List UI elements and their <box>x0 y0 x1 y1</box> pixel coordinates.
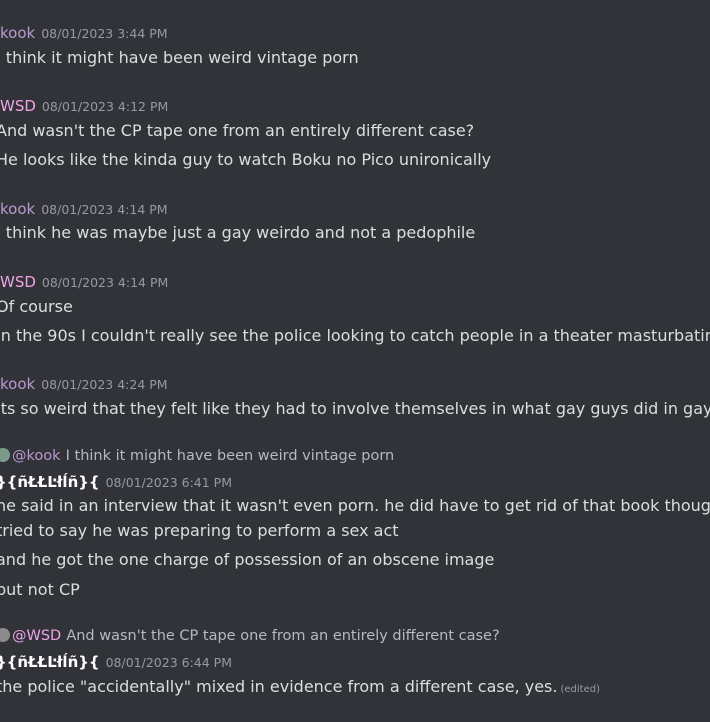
message-text: he said in an interview that it wasn't e… <box>0 496 710 515</box>
message-text: and he got the one charge of possession … <box>0 550 495 569</box>
timestamp: 08/01/2023 4:14 PM <box>41 202 168 217</box>
message-line: and he got the one charge of possession … <box>0 550 710 570</box>
message-header: kook 08/01/2023 3:44 PM <box>0 23 710 44</box>
avatar-icon <box>0 628 10 642</box>
message-text: And wasn't the CP tape one from an entir… <box>0 121 475 140</box>
author-name[interactable]: WSD <box>0 97 36 115</box>
timestamp: 08/01/2023 6:44 PM <box>105 655 232 670</box>
author-name[interactable]: }{ñŁŁĿłĺñ}{ <box>0 653 100 671</box>
message-line: he said in an interview that it wasn't e… <box>0 496 710 516</box>
message-line: the police "accidentally" mixed in evide… <box>0 677 710 700</box>
author-name[interactable]: }{ñŁŁĿłĺñ}{ <box>0 473 100 491</box>
message-line: but not CP <box>0 580 710 600</box>
message-text: In the 90s I couldn't really see the pol… <box>0 326 710 345</box>
avatar-icon <box>0 448 10 462</box>
author-name[interactable]: kook <box>0 24 35 42</box>
message-line: Of course <box>0 297 710 317</box>
message-line: I think it might have been weird vintage… <box>0 48 710 68</box>
message-header: }{ñŁŁĿłĺñ}{ 08/01/2023 6:41 PM <box>0 472 710 493</box>
reply-preview[interactable]: @kook I think it might have been weird v… <box>0 445 710 466</box>
message-header: kook 08/01/2023 4:14 PM <box>0 199 710 220</box>
timestamp: 08/01/2023 6:41 PM <box>105 475 232 490</box>
message-text: tried to say he was preparing to perform… <box>0 521 399 540</box>
message-text: the police "accidentally" mixed in evide… <box>0 677 558 696</box>
message-line: Its so weird that they felt like they ha… <box>0 399 710 419</box>
message-line: tried to say he was preparing to perform… <box>0 521 710 541</box>
message-text: Its so weird that they felt like they ha… <box>0 399 710 418</box>
message-line: I think he was maybe just a gay weirdo a… <box>0 223 710 243</box>
timestamp: 08/01/2023 4:24 PM <box>41 377 168 392</box>
message-text: but not CP <box>0 580 80 599</box>
message-line: And wasn't the CP tape one from an entir… <box>0 121 710 141</box>
message-line: In the 90s I couldn't really see the pol… <box>0 326 710 346</box>
message-text: Of course <box>0 297 73 316</box>
reply-text: And wasn't the CP tape one from an entir… <box>66 628 500 644</box>
message-header: WSD 08/01/2023 4:14 PM <box>0 272 710 293</box>
edited-label: (edited) <box>560 684 600 695</box>
timestamp: 08/01/2023 4:14 PM <box>41 275 169 290</box>
author-name[interactable]: kook <box>0 200 35 218</box>
message-header: WSD 08/01/2023 4:12 PM <box>0 96 710 117</box>
reply-text: I think it might have been weird vintage… <box>65 448 395 464</box>
timestamp: 08/01/2023 4:12 PM <box>41 99 169 114</box>
message-text: I think he was maybe just a gay weirdo a… <box>0 223 476 242</box>
author-name[interactable]: kook <box>0 375 35 393</box>
message-header: kook 08/01/2023 4:24 PM <box>0 374 710 395</box>
timestamp: 08/01/2023 3:44 PM <box>41 26 168 41</box>
chat-message-list: kook 08/01/2023 3:44 PM I think it might … <box>0 0 710 722</box>
reply-mention[interactable]: @kook <box>12 448 61 464</box>
message-text: He looks like the kinda guy to watch Bok… <box>0 150 492 169</box>
message-header: }{ñŁŁĿłĺñ}{ 08/01/2023 6:44 PM <box>0 652 710 673</box>
reply-mention[interactable]: @WSD <box>12 628 61 644</box>
author-name[interactable]: WSD <box>0 273 36 291</box>
message-text: I think it might have been weird vintage… <box>0 48 359 67</box>
message-line: He looks like the kinda guy to watch Bok… <box>0 150 710 170</box>
reply-preview[interactable]: @WSD And wasn't the CP tape one from an … <box>0 625 710 646</box>
